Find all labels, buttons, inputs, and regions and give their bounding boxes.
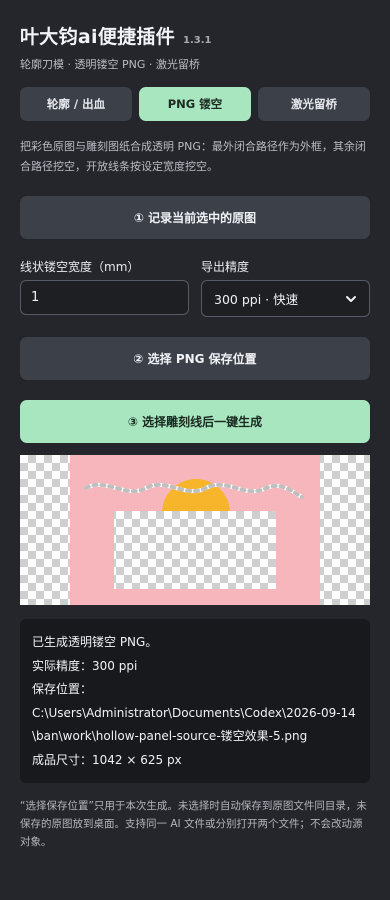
result-status: 已生成透明镂空 PNG。 bbox=[32, 635, 158, 649]
record-original-button[interactable]: ① 记录当前选中的原图 bbox=[20, 196, 370, 239]
choose-save-location-button[interactable]: ② 选择 PNG 保存位置 bbox=[20, 337, 370, 380]
version-label: 1.3.1 bbox=[183, 35, 212, 46]
header: 叶大钧ai便捷插件 1.3.1 bbox=[20, 22, 212, 49]
mode-description: 把彩色原图与雕刻图纸合成透明 PNG：最外闭合路径作为外框，其余闭合路径挖空，开… bbox=[20, 140, 366, 173]
preview-image bbox=[70, 455, 320, 605]
generate-button[interactable]: ③ 选择雕刻线后一键生成 bbox=[20, 400, 370, 443]
precision-label: 导出精度 bbox=[201, 260, 250, 274]
result-location-label: 保存位置： bbox=[32, 682, 93, 696]
png-preview bbox=[20, 455, 370, 605]
tab-laser-bridge[interactable]: 激光留桥 bbox=[258, 87, 370, 121]
hollow-width-label: 线状镂空宽度（mm） bbox=[20, 260, 140, 274]
plugin-panel: 叶大钧ai便捷插件 1.3.1 轮廓刀模 · 透明镂空 PNG · 激光留桥 轮… bbox=[0, 0, 390, 900]
tab-png-hollow[interactable]: PNG 镂空 bbox=[139, 87, 251, 121]
footnote: “选择保存位置”只用于本次生成。未选择时自动保存到原图文件同目录，未保存的原图放… bbox=[20, 800, 367, 848]
precision-select[interactable]: 300 ppi · 快速 bbox=[201, 280, 370, 317]
chevron-down-icon bbox=[346, 295, 356, 302]
result-size: 成品尺寸：1042 × 625 px bbox=[32, 752, 182, 767]
result-panel: 已生成透明镂空 PNG。 实际精度：300 ppi 保存位置： C:\Users… bbox=[20, 619, 370, 783]
app-subtitle: 轮廓刀模 · 透明镂空 PNG · 激光留桥 bbox=[20, 58, 200, 71]
result-path: C:\Users\Administrator\Documents\Codex\2… bbox=[32, 705, 356, 744]
preview-hollow-area bbox=[114, 511, 276, 589]
app-title: 叶大钧ai便捷插件 bbox=[20, 26, 176, 48]
result-precision: 实际精度：300 ppi bbox=[32, 658, 138, 673]
mode-tabs: 轮廓 / 出血 PNG 镂空 激光留桥 bbox=[20, 87, 370, 121]
tab-outline-bleed[interactable]: 轮廓 / 出血 bbox=[20, 87, 132, 121]
precision-selected-value: 300 ppi · 快速 bbox=[214, 292, 299, 307]
hollow-width-input[interactable] bbox=[20, 280, 189, 315]
